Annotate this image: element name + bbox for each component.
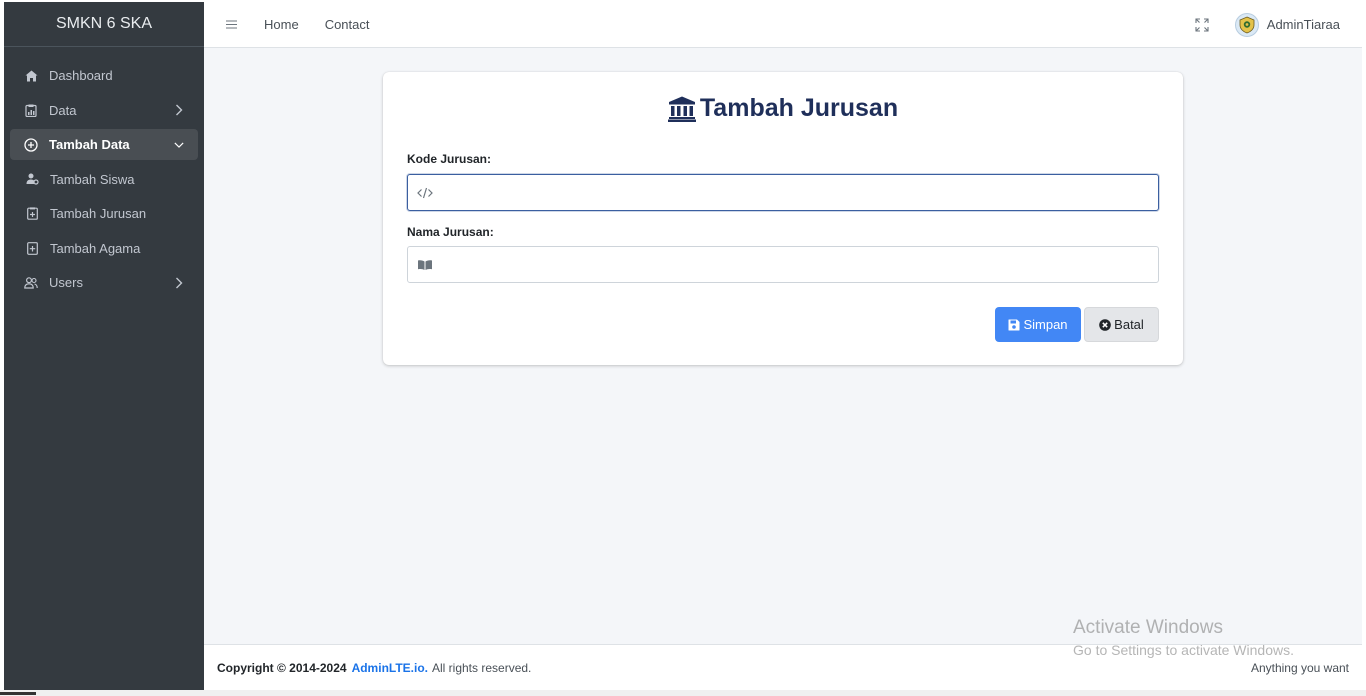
footer-copyright: Copyright © 2014-2024: [217, 660, 347, 675]
footer-brand-link[interactable]: AdminLTE.io.: [352, 661, 428, 675]
code-icon: [417, 186, 433, 200]
sidebar-item-users[interactable]: Users: [10, 267, 198, 298]
sidebar-item-label: Dashboard: [49, 68, 113, 83]
sidebar-item-tambah-siswa[interactable]: Tambah Siswa: [10, 164, 198, 195]
scrollbar-thumb[interactable]: [0, 692, 36, 695]
nama-jurusan-label: Nama Jurusan:: [407, 225, 494, 239]
save-icon: [1008, 319, 1020, 331]
nama-jurusan-field[interactable]: [407, 246, 1159, 283]
avatar: [1234, 12, 1259, 37]
kode-jurusan-field[interactable]: [407, 174, 1159, 211]
sidebar-item-tambah-jurusan[interactable]: Tambah Jurusan: [10, 198, 198, 229]
times-circle-icon: [1099, 318, 1111, 331]
sidebar-item-label: Data: [49, 102, 77, 118]
plus-circle-icon: [24, 137, 38, 152]
chevron-right-icon: [174, 104, 184, 116]
file-plus-icon: [25, 207, 39, 221]
save-button-label: Simpan: [1023, 317, 1068, 332]
nama-jurusan-input[interactable]: [441, 247, 1158, 282]
sidebar-item-label: Users: [49, 275, 83, 290]
bottom-scrollbar: [0, 690, 1366, 696]
navbar-right: AdminTiaraa: [1195, 12, 1362, 37]
menu-toggle-icon[interactable]: [226, 19, 238, 31]
file-plus-icon: [25, 241, 39, 255]
clipboard-icon: [24, 103, 38, 117]
sidebar-item-data[interactable]: Data: [10, 95, 198, 126]
page-title-text: Tambah Jurusan: [699, 94, 899, 122]
save-button[interactable]: Simpan: [995, 307, 1081, 342]
user-menu[interactable]: AdminTiaraa: [1234, 12, 1340, 37]
footer-right-text: Anything you want: [1250, 660, 1349, 675]
cancel-button-label: Batal: [1114, 317, 1144, 332]
cancel-button[interactable]: Batal: [1084, 307, 1159, 342]
footer: Copyright © 2014-2024 AdminLTE.io. All r…: [204, 644, 1362, 690]
sidebar-item-label: Tambah Data: [49, 137, 130, 152]
content-area: Tambah Jurusan Kode Jurusan: Nama Jurusa…: [204, 48, 1362, 644]
nav-link-home[interactable]: Home: [264, 17, 299, 32]
sidebar-item-label: Tambah Siswa: [50, 171, 135, 187]
top-navbar: Home Contact AdminTiaraa: [204, 2, 1362, 48]
sidebar: SMKN 6 SKA Dashboard Data Tambah Data Ta…: [4, 2, 204, 690]
sidebar-item-label: Tambah Jurusan: [50, 206, 147, 221]
fullscreen-icon[interactable]: [1195, 17, 1209, 32]
university-icon: [667, 96, 696, 122]
footer-rights: All rights reserved.: [432, 660, 532, 675]
book-open-icon: [417, 258, 433, 272]
sidebar-item-label: Tambah Agama: [50, 240, 141, 256]
kode-jurusan-label: Kode Jurusan:: [407, 152, 492, 166]
sidebar-nav: Dashboard Data Tambah Data Tambah Siswa …: [4, 47, 204, 298]
sidebar-item-tambah-agama[interactable]: Tambah Agama: [10, 233, 198, 264]
chevron-right-icon: [174, 277, 184, 288]
brand-title[interactable]: SMKN 6 SKA: [4, 2, 204, 47]
home-icon: [24, 69, 38, 83]
users-icon: [24, 276, 38, 290]
sidebar-item-dashboard[interactable]: Dashboard: [10, 60, 198, 91]
kode-jurusan-input[interactable]: [441, 175, 1158, 210]
nav-link-contact[interactable]: Contact: [325, 17, 370, 32]
page-title: Tambah Jurusan: [383, 94, 1183, 123]
user-gear-icon: [25, 172, 39, 186]
chevron-down-icon: [174, 140, 184, 150]
user-name: AdminTiaraa: [1266, 17, 1340, 32]
form-card: Tambah Jurusan Kode Jurusan: Nama Jurusa…: [383, 72, 1183, 365]
sidebar-item-tambah-data[interactable]: Tambah Data: [10, 129, 198, 160]
